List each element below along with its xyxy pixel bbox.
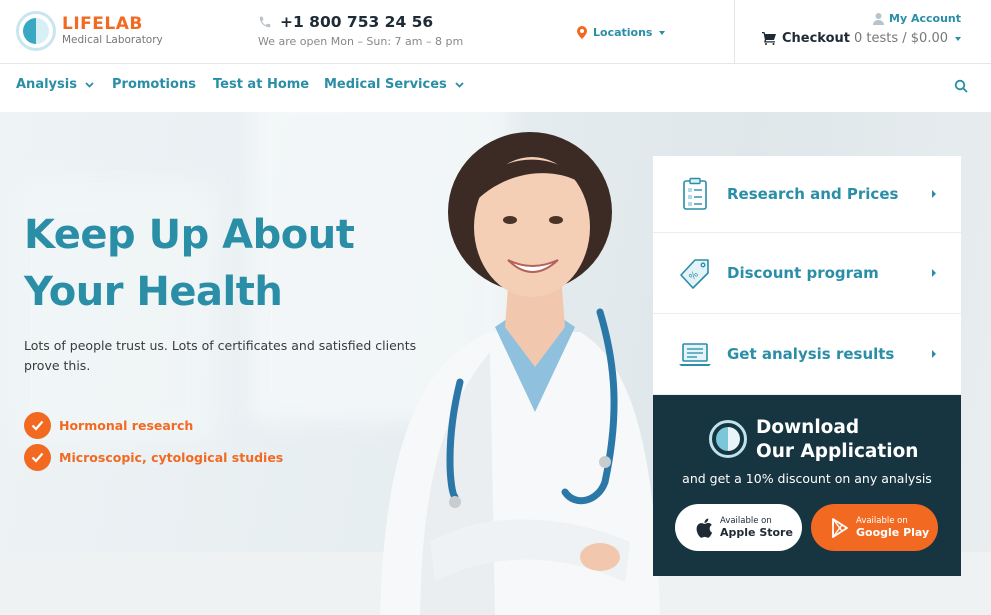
- panel-item-label: Research and Prices: [727, 185, 899, 203]
- feature-item: Microscopic, cytological studies: [24, 444, 283, 471]
- laptop-icon: [679, 343, 711, 366]
- nav-item-test-at-home[interactable]: Test at Home: [213, 77, 309, 92]
- chevron-down-icon: [85, 81, 94, 88]
- main-nav: Analysis Promotions Test at Home Medical…: [0, 64, 991, 112]
- nav-item-analysis[interactable]: Analysis: [16, 77, 94, 92]
- check-icon: [24, 412, 51, 439]
- check-icon: [24, 444, 51, 471]
- nav-item-label: Medical Services: [324, 77, 447, 92]
- store-big-label: Google Play: [856, 526, 930, 539]
- chevron-down-icon: [955, 36, 961, 41]
- google-play-icon: [832, 517, 848, 538]
- my-account-label: My Account: [889, 12, 961, 25]
- store-small-label: Available on: [856, 516, 908, 526]
- location-pin-icon: [577, 26, 587, 39]
- feature-label: Microscopic, cytological studies: [59, 450, 284, 465]
- apple-icon: [696, 518, 713, 538]
- clipboard-icon: [683, 177, 707, 210]
- user-icon: [873, 12, 885, 25]
- nav-item-promotions[interactable]: Promotions: [112, 77, 196, 92]
- phone-icon: [259, 16, 271, 28]
- quick-links-panel: Research and Prices % Discount program G…: [653, 156, 961, 576]
- checkout-dropdown[interactable]: Checkout 0 tests / $0.00: [761, 31, 961, 46]
- chevron-down-icon: [455, 81, 464, 88]
- opening-hours: We are open Mon – Sun: 7 am – 8 pm: [258, 35, 464, 48]
- logo-name: LIFELAB: [62, 14, 143, 34]
- discount-tag-icon: %: [680, 259, 709, 289]
- app-title-line: Our Application: [756, 441, 919, 462]
- panel-item-research-and-prices[interactable]: Research and Prices: [653, 156, 961, 233]
- panel-item-get-analysis-results[interactable]: Get analysis results: [653, 314, 961, 395]
- my-account-link[interactable]: My Account: [873, 12, 961, 25]
- app-title: Download Our Application: [756, 416, 918, 464]
- app-download-box: Download Our Application and get a 10% d…: [653, 395, 961, 576]
- hero-subtitle: Lots of people trust us. Lots of certifi…: [24, 338, 417, 373]
- phone-number[interactable]: +1 800 753 24 56: [280, 13, 433, 31]
- chevron-down-icon: [659, 30, 666, 35]
- logo[interactable]: LIFELAB Medical Laboratory: [16, 11, 163, 51]
- cart-summary: 0 tests / $0.00: [853, 31, 948, 46]
- divider: [734, 0, 735, 63]
- search-icon[interactable]: [954, 79, 968, 93]
- panel-item-discount-program[interactable]: % Discount program: [653, 233, 961, 314]
- logo-tagline: Medical Laboratory: [62, 34, 163, 46]
- hero-section: Keep Up About Your Health Lots of people…: [0, 112, 991, 615]
- checkout-label: Checkout: [781, 31, 850, 46]
- chevron-right-icon: [932, 350, 936, 358]
- logo-mark-icon: [16, 11, 56, 51]
- chevron-right-icon: [932, 269, 936, 277]
- chevron-right-icon: [932, 190, 936, 198]
- hero-title-line: Keep Up About: [24, 212, 355, 258]
- hero-title-line: Your Health: [24, 269, 283, 315]
- cart-icon: [761, 32, 776, 45]
- feature-item: Hormonal research: [24, 412, 193, 439]
- feature-label: Hormonal research: [59, 418, 194, 433]
- nav-item-label: Promotions: [112, 77, 196, 92]
- nav-item-medical-services[interactable]: Medical Services: [324, 77, 464, 92]
- top-header: LIFELAB Medical Laboratory +1 800 753 24…: [0, 0, 991, 64]
- store-small-label: Available on: [720, 516, 772, 526]
- contact-block: +1 800 753 24 56 We are open Mon – Sun: …: [258, 13, 463, 48]
- app-logo-icon: [709, 420, 747, 458]
- google-play-button[interactable]: Available on Google Play: [811, 504, 938, 551]
- store-big-label: Apple Store: [720, 526, 793, 539]
- apple-store-button[interactable]: Available on Apple Store: [675, 504, 802, 551]
- hero-title: Keep Up About Your Health: [24, 207, 355, 321]
- nav-item-label: Test at Home: [213, 77, 310, 92]
- app-subtitle: and get a 10% discount on any analysis: [682, 471, 932, 486]
- nav-item-label: Analysis: [16, 77, 77, 92]
- panel-item-label: Discount program: [727, 264, 879, 282]
- locations-dropdown[interactable]: Locations: [577, 26, 666, 39]
- locations-label: Locations: [593, 26, 653, 39]
- panel-item-label: Get analysis results: [727, 345, 895, 363]
- app-title-line: Download: [756, 417, 860, 438]
